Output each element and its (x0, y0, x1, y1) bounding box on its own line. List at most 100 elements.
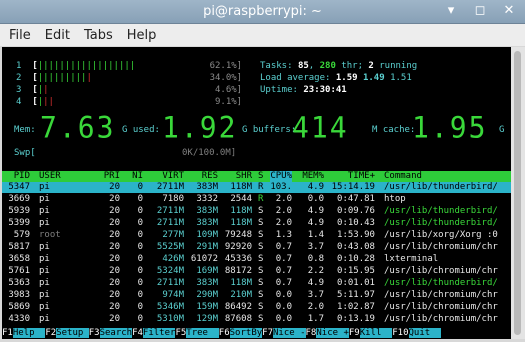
table-row[interactable]: 5363 pi 20 0 2711M 383M 118M S 0.7 4.9 0:01.01/usr… (2, 278, 511, 289)
cpu-meter-3: 3 [|| (16, 85, 49, 95)
fkey-f4[interactable]: F4Filter (132, 328, 176, 339)
menu-help[interactable]: Help (127, 27, 157, 44)
cell-cpu: 0.7 (275, 254, 292, 264)
fkey-f7[interactable]: F7Nice - (262, 328, 306, 339)
fkey-f6[interactable]: F6SortBy (218, 328, 263, 339)
cell-time: 1:02.87 (337, 302, 375, 312)
fkey-f3[interactable]: F3Search (89, 328, 133, 339)
fkey-label: Tree (186, 328, 219, 338)
table-row[interactable]: 5761 pi 20 0 5324M 169M 88172 S 0.7 2.2 0:15.95/us… (2, 266, 511, 277)
cell-mem: 2.0 (307, 302, 324, 312)
column-header[interactable]: VIRT (162, 171, 184, 182)
fkey-f8[interactable]: F8Nice + (306, 328, 349, 339)
column-header[interactable]: PID (14, 171, 30, 182)
cell-virt: 2711M (156, 206, 184, 216)
column-header[interactable]: Command (384, 171, 422, 182)
column-header[interactable]: SHR (236, 171, 252, 182)
close-icon[interactable]: ✕ (501, 3, 517, 19)
minimize-icon[interactable]: ▾ (443, 3, 459, 19)
cell-pri: 20 (109, 218, 120, 228)
mem-total-value: 7.63 (40, 110, 116, 145)
table-row[interactable]: 5347 pi 20 0 2711M 383M 118M R 103. 4.9 15:14.19/u… (2, 182, 511, 193)
column-header[interactable]: TIME+ (348, 171, 375, 182)
cell-time: 0:15.95 (337, 266, 375, 276)
terminal-area[interactable]: 1 [|||||||||||||||||| 62.1%] 2 [||||||||||… (2, 47, 511, 339)
cell-shr: 118M (230, 218, 252, 228)
table-row[interactable]: 5399 pi 20 0 2711M 383M 118M S 2.0 4.9 0:10.43/usr… (2, 218, 511, 229)
fkey-key: F7 (262, 328, 273, 338)
table-row[interactable]: 5939 pi 20 0 2711M 383M 118M S 2.0 4.9 0:09.76/usr… (2, 206, 511, 217)
cell-mem: 2.2 (307, 266, 324, 276)
window-titlebar: pi@raspberrypi: ~ ▾ ◻ ✕ (0, 0, 525, 24)
cell-s: S (258, 266, 264, 276)
cell-res: 383M (196, 218, 218, 228)
cell-time: 0:01.01 (337, 278, 375, 288)
fkey-f5[interactable]: F5Tree (175, 328, 219, 339)
cell-cmd: /usr/lib/chromium/chr (384, 290, 498, 300)
cpu-percent: 34.0%] (209, 73, 243, 83)
function-key-bar: F1Help F2Setup F3Search F4Filter F5Tree F6… (2, 328, 511, 339)
column-header[interactable]: MEM% (302, 171, 324, 182)
maximize-icon[interactable]: ◻ (472, 3, 488, 19)
terminal-scrollbar[interactable] (511, 47, 525, 339)
cell-user: pi (39, 290, 50, 300)
fkey-key: F5 (175, 328, 187, 338)
fkey-f1[interactable]: F1Help (2, 328, 46, 339)
table-row[interactable]: 579 root 20 0 277M 109M 79248 S 1.3 1.4 1:53.90/us… (2, 230, 511, 241)
cell-virt: 2711M (156, 218, 184, 228)
cell-cpu: 0.7 (275, 266, 292, 276)
cell-pid: 5869 (8, 302, 30, 312)
cell-ni: 0 (137, 266, 143, 276)
menu-tabs[interactable]: Tabs (84, 27, 113, 44)
column-header[interactable]: CPU% (270, 171, 292, 182)
fkey-label: Kill (359, 328, 393, 338)
table-row[interactable]: 3669 pi 20 0 7180 3332 2544 R 2.0 0.0 0:47.81 htop (2, 194, 511, 205)
cell-time: 0:10.43 (337, 218, 375, 228)
cell-cpu: 0.0 (275, 290, 292, 300)
cpu-bar: ||||||||| (37, 73, 87, 83)
table-row[interactable]: 5817 pi 20 0 5525M 291M 92920 S 0.7 3.7 0:43.08/us… (2, 242, 511, 253)
cell-mem: 0.0 (307, 194, 324, 204)
cell-user: pi (39, 182, 50, 192)
fkey-label: SortBy (229, 328, 263, 338)
table-row[interactable]: 3658 pi 20 0 426M 61072 45336 S 0.7 0.8 0:10.28 lxt… (2, 254, 511, 265)
cell-ni: 0 (137, 242, 143, 252)
cell-pid: 5347 (8, 182, 30, 192)
cpu-bar: |||||||||||||||||| (37, 61, 136, 71)
cell-virt: 5310M (156, 314, 184, 324)
fkey-key: F6 (218, 328, 230, 338)
menu-file[interactable]: File (9, 27, 31, 44)
fkey-f2[interactable]: F2Setup (45, 328, 89, 339)
cell-cpu: 2.0 (275, 206, 292, 216)
fkey-key: F9 (348, 328, 360, 338)
table-row[interactable]: 3983 pi 20 0 974M 290M 210M S 0.0 3.7 5:11.97/usr/… (2, 290, 511, 301)
column-header[interactable]: NI (132, 171, 143, 182)
scrollbar-thumb[interactable] (514, 51, 521, 335)
cell-cmd: /usr/lib/thunderbird/ (384, 218, 498, 228)
column-header[interactable]: USER (39, 171, 61, 182)
cell-ni: 0 (137, 302, 143, 312)
cell-res: 383M (196, 278, 218, 288)
cell-pri: 20 (109, 278, 120, 288)
cache-unit: G (499, 125, 505, 135)
cell-shr: 45336 (224, 254, 252, 264)
cell-user: pi (39, 302, 50, 312)
cpu-bar-red: | (86, 73, 92, 83)
cell-pri: 20 (109, 302, 120, 312)
cell-s: S (258, 206, 264, 216)
cell-user: root (39, 230, 61, 240)
cache-label: M cache: (372, 125, 416, 135)
column-header[interactable]: RES (202, 171, 218, 182)
fkey-f10[interactable]: F10Quit (392, 328, 442, 339)
fkey-key: F8 (305, 328, 317, 338)
column-header[interactable]: PRI (104, 171, 120, 182)
fkey-label: Help (12, 328, 46, 338)
cell-res: 129M (196, 314, 218, 324)
table-row[interactable]: 5869 pi 20 0 5346M 159M 86492 S 0.0 2.0 1:02.87/us… (2, 302, 511, 313)
cell-time: 5:11.97 (337, 290, 375, 300)
table-row[interactable]: 4330 pi 20 0 5310M 129M 87608 S 0.0 1.7 0:13.19/us… (2, 314, 511, 325)
fkey-f9[interactable]: F9Kill (348, 328, 393, 339)
column-header[interactable]: S (258, 171, 263, 182)
cell-res: 159M (196, 302, 218, 312)
menu-edit[interactable]: Edit (45, 27, 70, 44)
